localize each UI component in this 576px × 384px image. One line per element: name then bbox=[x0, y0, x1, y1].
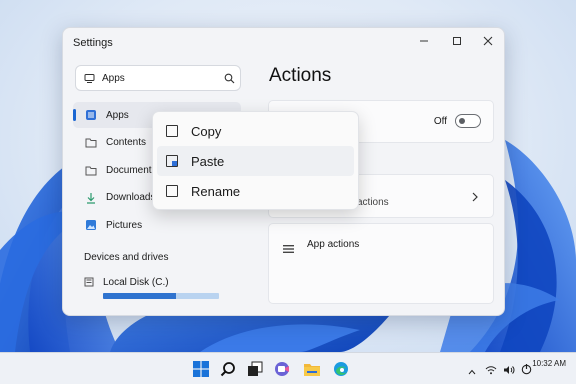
clock-time: 10:32 AM bbox=[532, 359, 566, 368]
wifi-icon[interactable] bbox=[485, 362, 497, 380]
search-input[interactable]: Apps bbox=[102, 73, 218, 84]
devices-section-heading: Devices and drives bbox=[84, 252, 169, 263]
app-actions-card: App actions bbox=[268, 223, 494, 304]
drive-usage-bar bbox=[103, 293, 219, 299]
sidebar-item-label: Contents bbox=[106, 137, 147, 149]
system-tray bbox=[468, 362, 532, 380]
minimize-button[interactable] bbox=[409, 30, 439, 52]
actions-toggle-switch[interactable] bbox=[455, 114, 481, 128]
close-button[interactable] bbox=[473, 30, 503, 52]
paste-icon bbox=[166, 155, 178, 167]
drive-label: Local Disk (C.) bbox=[103, 276, 169, 288]
close-icon bbox=[483, 36, 493, 46]
context-menu-label: Paste bbox=[191, 153, 225, 169]
sidebar-item-label: Pictures bbox=[106, 219, 143, 231]
taskbar-clock[interactable]: 10:32 AM bbox=[532, 358, 566, 369]
context-menu-paste[interactable]: Paste bbox=[157, 146, 354, 176]
maximize-icon bbox=[453, 37, 461, 45]
search-box-icon bbox=[84, 73, 95, 83]
context-menu-label: Rename bbox=[191, 183, 241, 199]
chevron-up-icon[interactable] bbox=[468, 362, 476, 380]
apps-icon bbox=[84, 108, 98, 122]
context-menu-copy[interactable]: Copy bbox=[157, 116, 354, 146]
sidebar-item-label: Documents bbox=[106, 164, 157, 176]
pictures-icon bbox=[84, 218, 98, 232]
window-title: Settings bbox=[73, 37, 113, 49]
drive-usage-fill bbox=[103, 293, 177, 299]
minimize-icon bbox=[420, 40, 428, 42]
volume-icon[interactable] bbox=[503, 362, 515, 380]
taskbar: 10:32 AM bbox=[0, 352, 576, 384]
app-actions-label: App actions bbox=[307, 239, 360, 250]
search-box[interactable]: Apps bbox=[75, 65, 241, 91]
download-icon bbox=[84, 191, 98, 205]
search-icon[interactable] bbox=[217, 358, 239, 380]
sidebar-item-label: Apps bbox=[106, 109, 129, 121]
teams-icon[interactable] bbox=[272, 358, 294, 380]
chevron-right-icon bbox=[471, 191, 479, 205]
maximize-button[interactable] bbox=[442, 30, 472, 52]
context-menu: Copy Paste Rename bbox=[152, 111, 359, 210]
local-disk-item[interactable]: Local Disk (C.) bbox=[84, 276, 224, 299]
edge-icon[interactable] bbox=[330, 358, 352, 380]
battery-icon[interactable] bbox=[521, 362, 532, 380]
folder-icon bbox=[84, 163, 98, 177]
checkbox-icon bbox=[166, 185, 178, 197]
windows-start-icon[interactable] bbox=[190, 358, 212, 380]
desktop-wallpaper: Settings Apps Apps Contents Documents Do… bbox=[0, 0, 576, 352]
page-title: Actions bbox=[269, 65, 332, 86]
file-explorer-icon[interactable] bbox=[301, 358, 323, 380]
context-menu-rename[interactable]: Rename bbox=[157, 176, 354, 206]
checkbox-icon bbox=[166, 125, 178, 137]
toggle-state-label: Off bbox=[433, 115, 447, 127]
folder-icon bbox=[84, 136, 98, 150]
sidebar-item-pictures[interactable]: Pictures bbox=[73, 212, 241, 238]
search-icon[interactable] bbox=[218, 73, 240, 84]
card-link-text: actions bbox=[357, 197, 389, 208]
context-menu-label: Copy bbox=[191, 123, 222, 139]
task-view-icon[interactable] bbox=[244, 358, 266, 380]
list-icon bbox=[283, 241, 295, 259]
drive-icon bbox=[84, 276, 98, 288]
sidebar-item-label: Downloads bbox=[106, 192, 156, 204]
